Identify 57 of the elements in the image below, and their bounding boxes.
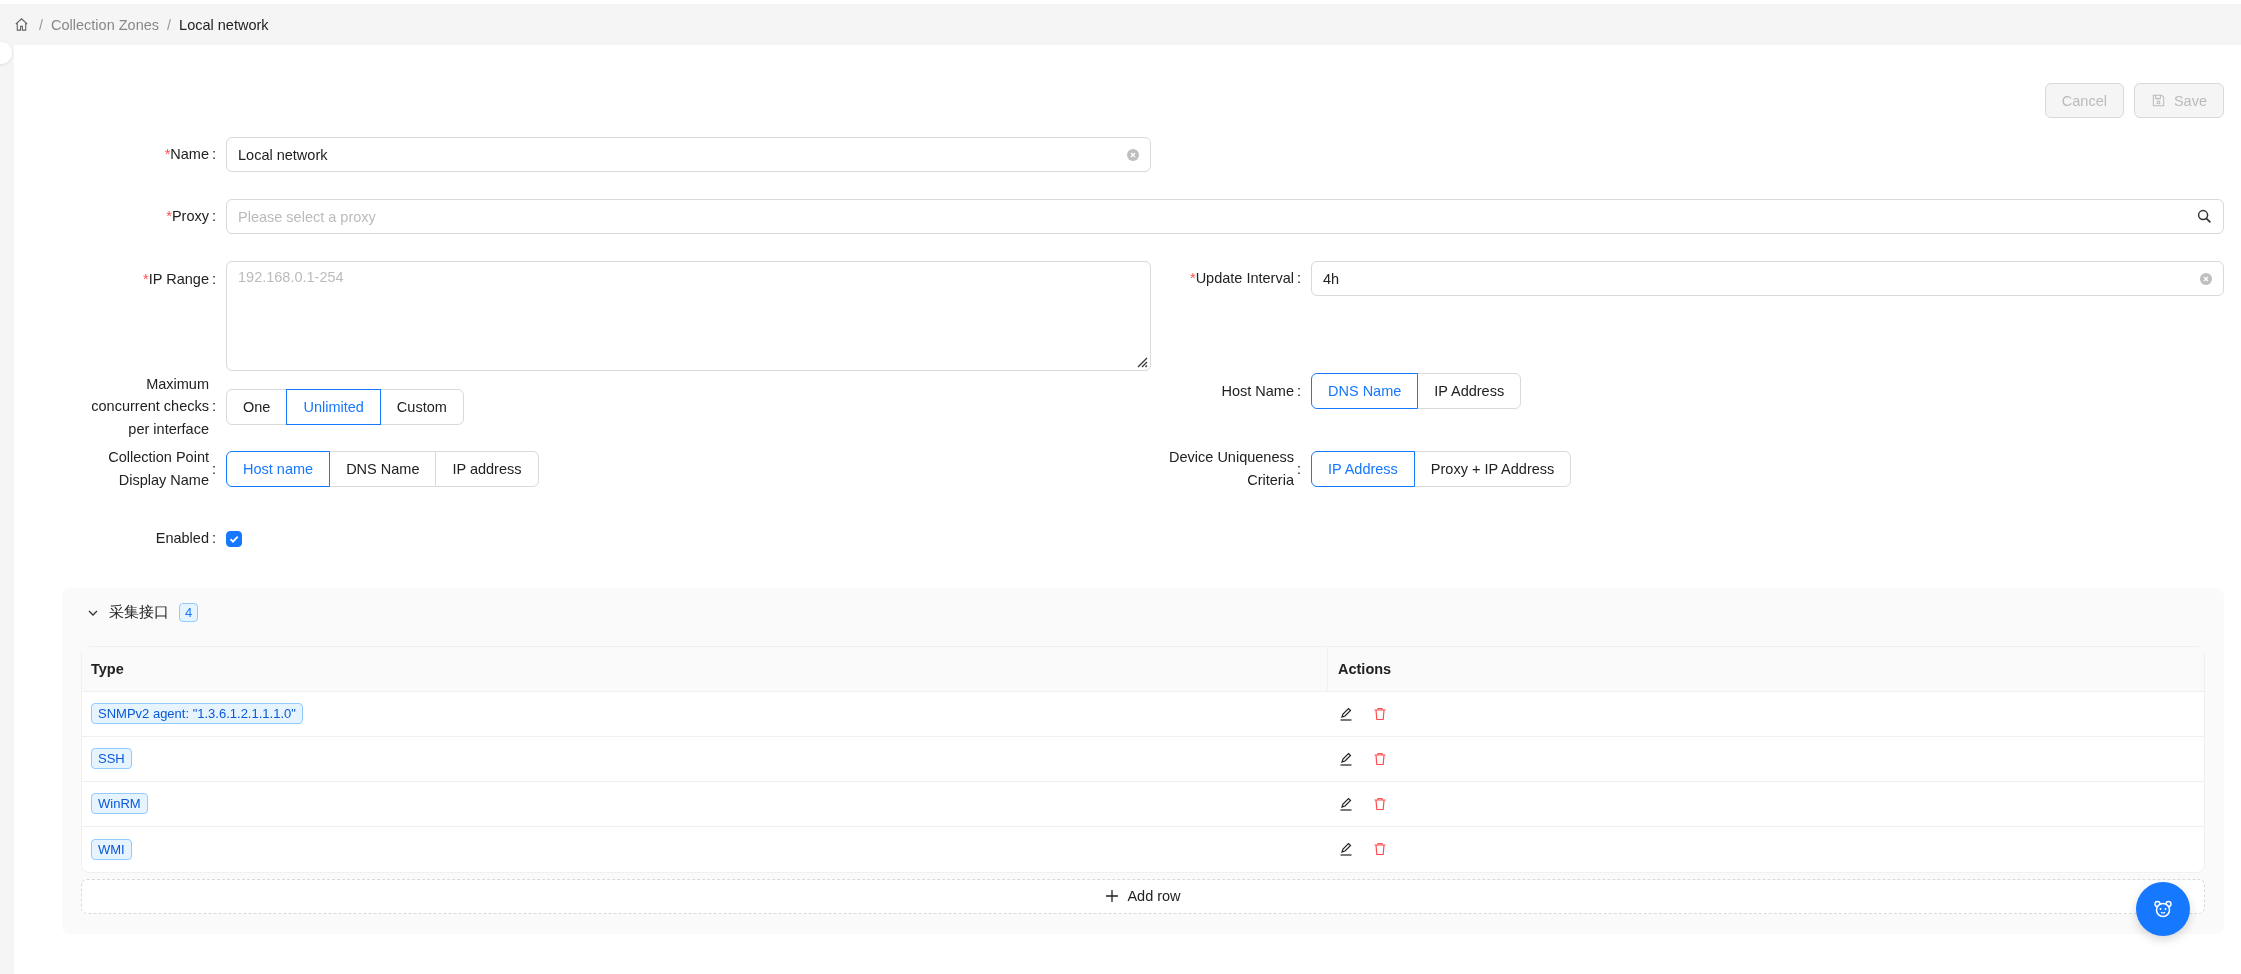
radio-button[interactable]: Proxy + IP Address (1413, 450, 1572, 487)
radio-button[interactable]: Host name (226, 450, 331, 487)
save-icon (2150, 93, 2166, 108)
label-colon: : (211, 207, 216, 227)
column-header: Type (82, 646, 1328, 691)
type-tag: SNMPv2 agent: "1.3.6.1.2.1.1.1.0" (91, 703, 303, 725)
text-field[interactable]: Local network (226, 137, 1151, 172)
animal-face-icon (2153, 899, 2173, 919)
radio-button[interactable]: DNS Name (329, 450, 437, 487)
label-colon: : (211, 397, 216, 417)
field-label: *Update Interval (1189, 269, 1294, 289)
edit-icon[interactable] (1338, 841, 1354, 858)
panel-title[interactable]: 采集接口 (109, 603, 169, 623)
delete-icon[interactable] (1372, 795, 1388, 812)
field-label: Host Name (1221, 381, 1294, 401)
type-tag: WMI (91, 838, 132, 860)
field-label: *Name (164, 145, 209, 165)
label-colon: : (211, 270, 216, 289)
radio-button[interactable]: One (226, 388, 288, 425)
count-badge: 4 (179, 603, 199, 623)
edit-icon[interactable] (1338, 750, 1354, 767)
label-colon: : (1296, 459, 1301, 479)
field-label: Collection Point Display Name (107, 448, 209, 490)
column-header: Actions (1337, 659, 1393, 679)
delete-icon[interactable] (1372, 750, 1388, 767)
field-label: *Proxy (166, 207, 209, 227)
field-label: Maximum concurrent checks per interface (90, 375, 209, 439)
edit-icon[interactable] (1338, 795, 1354, 812)
text-field[interactable]: 4h (1311, 261, 2224, 296)
add-row-button[interactable]: Add row (81, 878, 2205, 914)
radio-button[interactable]: Unlimited (286, 388, 381, 425)
radio-button[interactable]: DNS Name (1311, 373, 1419, 409)
field-label: Enabled (155, 529, 209, 549)
type-tag: WinRM (91, 793, 148, 815)
delete-icon[interactable] (1372, 705, 1388, 722)
label-colon: : (1296, 269, 1301, 289)
label-colon: : (1296, 381, 1301, 401)
label-colon: : (211, 529, 216, 549)
resize-handle-icon[interactable] (1136, 356, 1148, 368)
label-colon: : (211, 145, 216, 165)
field-label: *IP Range (143, 270, 209, 289)
plus-icon (1105, 889, 1120, 904)
edit-icon[interactable] (1338, 705, 1354, 722)
radio-button[interactable]: IP Address (1417, 373, 1522, 409)
field-label: Device Uniqueness Criteria (1168, 448, 1294, 490)
checkbox[interactable] (226, 531, 242, 548)
home-icon[interactable] (14, 17, 29, 32)
delete-icon[interactable] (1372, 841, 1388, 858)
type-tag: SSH (91, 748, 132, 770)
label-colon: : (211, 459, 216, 479)
radio-button[interactable]: IP address (435, 450, 539, 487)
radio-button[interactable]: Custom (379, 388, 464, 425)
search-icon[interactable] (2197, 209, 2212, 224)
breadcrumb-separator: / (39, 16, 44, 33)
breadcrumb-item: Local network (179, 16, 269, 33)
radio-button[interactable]: IP Address (1311, 450, 1415, 487)
breadcrumb-separator: / (167, 16, 172, 33)
